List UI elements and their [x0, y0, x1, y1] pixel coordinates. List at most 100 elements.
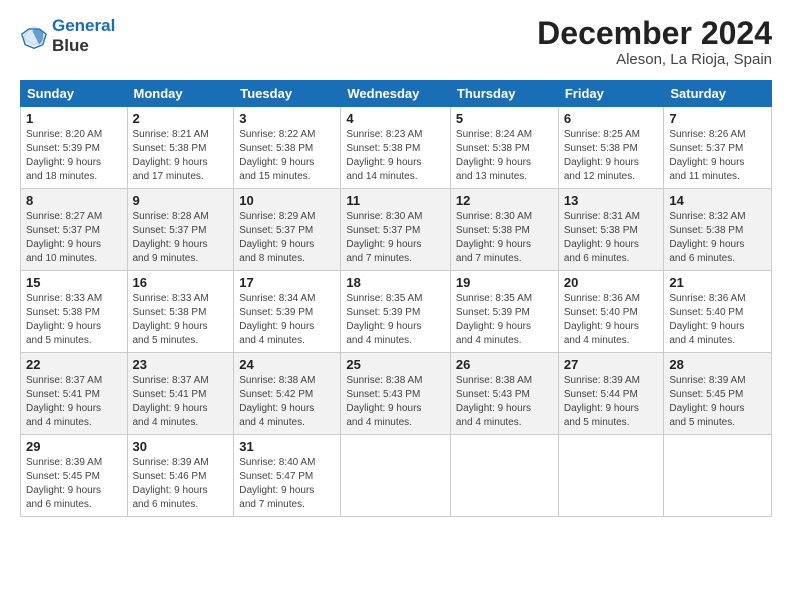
calendar-cell: 16 Sunrise: 8:33 AM Sunset: 5:38 PM Dayli…: [127, 271, 234, 353]
calendar-cell: 13Sunrise: 8:31 AM Sunset: 5:38 PM Dayli…: [558, 189, 664, 271]
calendar-cell: 25 Sunrise: 8:38 AM Sunset: 5:43 PM Dayli…: [341, 353, 451, 435]
day-info: Sunrise: 8:35 AM Sunset: 5:39 PM Dayligh…: [456, 292, 553, 348]
calendar-cell: 30Sunrise: 8:39 AM Sunset: 5:46 PM Dayli…: [127, 435, 234, 517]
col-header-tuesday: Tuesday: [234, 81, 341, 107]
day-info: Sunrise: 8:36 AM Sunset: 5:40 PM Dayligh…: [669, 292, 766, 348]
col-header-friday: Friday: [558, 81, 664, 107]
day-number: 10: [239, 193, 335, 208]
calendar-cell: [450, 435, 558, 517]
month-title: December 2024: [537, 16, 772, 51]
day-info: Sunrise: 8:33 AM Sunset: 5:38 PM Dayligh…: [26, 292, 122, 348]
title-block: December 2024 Aleson, La Rioja, Spain: [537, 16, 772, 68]
day-info: Sunrise: 8:26 AM Sunset: 5:37 PM Dayligh…: [669, 128, 766, 184]
page: General Blue December 2024 Aleson, La Ri…: [0, 0, 792, 612]
calendar-cell: 27 Sunrise: 8:39 AM Sunset: 5:44 PM Dayli…: [558, 353, 664, 435]
calendar-cell: [664, 435, 772, 517]
day-info: Sunrise: 8:34 AM Sunset: 5:39 PM Dayligh…: [239, 292, 335, 348]
header: General Blue December 2024 Aleson, La Ri…: [20, 16, 772, 68]
day-number: 13: [564, 193, 659, 208]
calendar-cell: 29Sunrise: 8:39 AM Sunset: 5:45 PM Dayli…: [21, 435, 128, 517]
calendar-cell: 12 Sunrise: 8:30 AM Sunset: 5:38 PM Dayli…: [450, 189, 558, 271]
col-header-saturday: Saturday: [664, 81, 772, 107]
calendar-cell: 22 Sunrise: 8:37 AM Sunset: 5:41 PM Dayli…: [21, 353, 128, 435]
day-number: 21: [669, 275, 766, 290]
calendar-cell: 19Sunrise: 8:35 AM Sunset: 5:39 PM Dayli…: [450, 271, 558, 353]
day-info: Sunrise: 8:35 AM Sunset: 5:39 PM Dayligh…: [346, 292, 445, 348]
day-number: 30: [133, 439, 229, 454]
day-number: 16: [133, 275, 229, 290]
week-row-5: 29Sunrise: 8:39 AM Sunset: 5:45 PM Dayli…: [21, 435, 772, 517]
logo-text: General Blue: [52, 16, 115, 55]
calendar-cell: [341, 435, 451, 517]
day-number: 24: [239, 357, 335, 372]
logo: General Blue: [20, 16, 115, 55]
day-info: Sunrise: 8:28 AM Sunset: 5:37 PM Dayligh…: [133, 210, 229, 266]
col-header-sunday: Sunday: [21, 81, 128, 107]
day-number: 1: [26, 111, 122, 126]
day-info: Sunrise: 8:25 AM Sunset: 5:38 PM Dayligh…: [564, 128, 659, 184]
calendar-cell: 5Sunrise: 8:24 AM Sunset: 5:38 PM Daylig…: [450, 107, 558, 189]
calendar: SundayMondayTuesdayWednesdayThursdayFrid…: [20, 80, 772, 517]
day-number: 14: [669, 193, 766, 208]
day-info: Sunrise: 8:37 AM Sunset: 5:41 PM Dayligh…: [133, 374, 229, 430]
day-info: Sunrise: 8:39 AM Sunset: 5:44 PM Dayligh…: [564, 374, 659, 430]
calendar-cell: 21 Sunrise: 8:36 AM Sunset: 5:40 PM Dayli…: [664, 271, 772, 353]
calendar-cell: 8 Sunrise: 8:27 AM Sunset: 5:37 PM Daylig…: [21, 189, 128, 271]
calendar-cell: 7 Sunrise: 8:26 AM Sunset: 5:37 PM Daylig…: [664, 107, 772, 189]
day-number: 12: [456, 193, 553, 208]
day-info: Sunrise: 8:40 AM Sunset: 5:47 PM Dayligh…: [239, 456, 335, 512]
day-info: Sunrise: 8:23 AM Sunset: 5:38 PM Dayligh…: [346, 128, 445, 184]
day-number: 15: [26, 275, 122, 290]
day-info: Sunrise: 8:38 AM Sunset: 5:43 PM Dayligh…: [346, 374, 445, 430]
calendar-cell: 2 Sunrise: 8:21 AM Sunset: 5:38 PM Daylig…: [127, 107, 234, 189]
day-number: 18: [346, 275, 445, 290]
day-info: Sunrise: 8:24 AM Sunset: 5:38 PM Dayligh…: [456, 128, 553, 184]
day-info: Sunrise: 8:38 AM Sunset: 5:42 PM Dayligh…: [239, 374, 335, 430]
day-number: 7: [669, 111, 766, 126]
calendar-header-row: SundayMondayTuesdayWednesdayThursdayFrid…: [21, 81, 772, 107]
day-number: 22: [26, 357, 122, 372]
day-number: 9: [133, 193, 229, 208]
day-info: Sunrise: 8:22 AM Sunset: 5:38 PM Dayligh…: [239, 128, 335, 184]
day-number: 20: [564, 275, 659, 290]
day-info: Sunrise: 8:37 AM Sunset: 5:41 PM Dayligh…: [26, 374, 122, 430]
calendar-cell: 4Sunrise: 8:23 AM Sunset: 5:38 PM Daylig…: [341, 107, 451, 189]
calendar-cell: 1Sunrise: 8:20 AM Sunset: 5:39 PM Daylig…: [21, 107, 128, 189]
day-info: Sunrise: 8:27 AM Sunset: 5:37 PM Dayligh…: [26, 210, 122, 266]
day-number: 31: [239, 439, 335, 454]
week-row-4: 22 Sunrise: 8:37 AM Sunset: 5:41 PM Dayli…: [21, 353, 772, 435]
day-number: 17: [239, 275, 335, 290]
day-info: Sunrise: 8:29 AM Sunset: 5:37 PM Dayligh…: [239, 210, 335, 266]
day-number: 28: [669, 357, 766, 372]
calendar-cell: 28Sunrise: 8:39 AM Sunset: 5:45 PM Dayli…: [664, 353, 772, 435]
calendar-cell: 15 Sunrise: 8:33 AM Sunset: 5:38 PM Dayli…: [21, 271, 128, 353]
day-number: 6: [564, 111, 659, 126]
calendar-cell: 31 Sunrise: 8:40 AM Sunset: 5:47 PM Dayli…: [234, 435, 341, 517]
day-info: Sunrise: 8:32 AM Sunset: 5:38 PM Dayligh…: [669, 210, 766, 266]
day-number: 23: [133, 357, 229, 372]
col-header-monday: Monday: [127, 81, 234, 107]
week-row-3: 15 Sunrise: 8:33 AM Sunset: 5:38 PM Dayli…: [21, 271, 772, 353]
day-number: 2: [133, 111, 229, 126]
calendar-cell: 26 Sunrise: 8:38 AM Sunset: 5:43 PM Dayli…: [450, 353, 558, 435]
calendar-cell: 9 Sunrise: 8:28 AM Sunset: 5:37 PM Daylig…: [127, 189, 234, 271]
day-number: 26: [456, 357, 553, 372]
calendar-cell: 11Sunrise: 8:30 AM Sunset: 5:37 PM Dayli…: [341, 189, 451, 271]
day-info: Sunrise: 8:30 AM Sunset: 5:37 PM Dayligh…: [346, 210, 445, 266]
day-info: Sunrise: 8:30 AM Sunset: 5:38 PM Dayligh…: [456, 210, 553, 266]
calendar-cell: 14 Sunrise: 8:32 AM Sunset: 5:38 PM Dayli…: [664, 189, 772, 271]
day-info: Sunrise: 8:21 AM Sunset: 5:38 PM Dayligh…: [133, 128, 229, 184]
calendar-cell: 20Sunrise: 8:36 AM Sunset: 5:40 PM Dayli…: [558, 271, 664, 353]
day-number: 27: [564, 357, 659, 372]
day-number: 8: [26, 193, 122, 208]
calendar-cell: [558, 435, 664, 517]
calendar-cell: 18 Sunrise: 8:35 AM Sunset: 5:39 PM Dayli…: [341, 271, 451, 353]
day-number: 25: [346, 357, 445, 372]
day-number: 3: [239, 111, 335, 126]
calendar-cell: 24 Sunrise: 8:38 AM Sunset: 5:42 PM Dayli…: [234, 353, 341, 435]
day-info: Sunrise: 8:38 AM Sunset: 5:43 PM Dayligh…: [456, 374, 553, 430]
week-row-2: 8 Sunrise: 8:27 AM Sunset: 5:37 PM Daylig…: [21, 189, 772, 271]
day-info: Sunrise: 8:33 AM Sunset: 5:38 PM Dayligh…: [133, 292, 229, 348]
logo-icon: [20, 22, 48, 50]
calendar-cell: 3 Sunrise: 8:22 AM Sunset: 5:38 PM Daylig…: [234, 107, 341, 189]
